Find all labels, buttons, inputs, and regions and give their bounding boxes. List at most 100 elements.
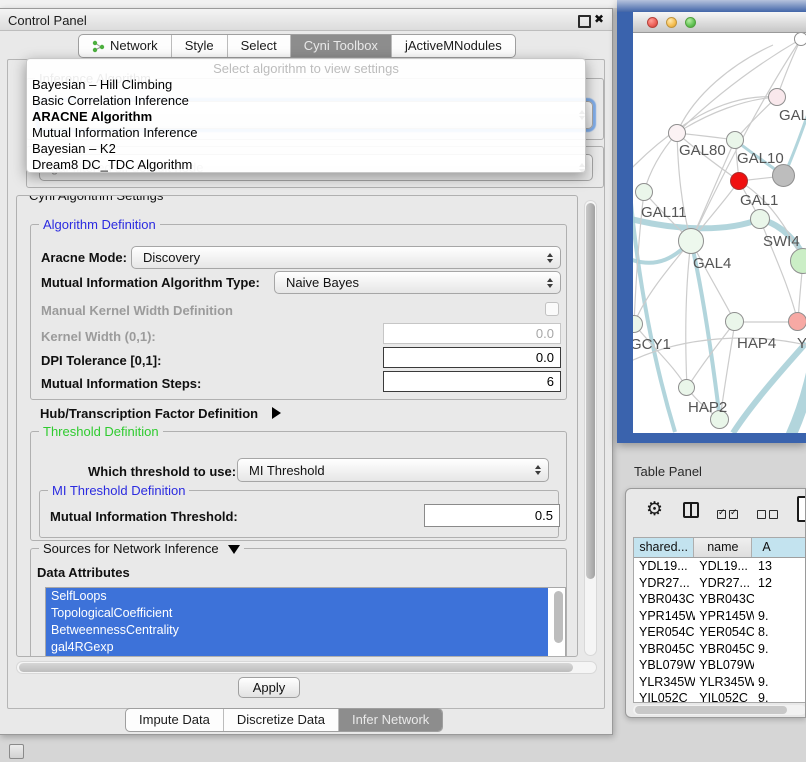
list-item[interactable]: SelfLoops [46, 588, 548, 605]
node-gal80[interactable] [668, 124, 686, 142]
cyni-algorithm-settings-title: Cyni Algorithm Settings [25, 195, 167, 203]
aracne-mode-combo[interactable]: Discovery [131, 246, 561, 269]
tab-infer-network[interactable]: Infer Network [338, 709, 442, 731]
table-horizontal-scrollbar[interactable] [633, 705, 806, 715]
settings-horizontal-scrollbar-thumb[interactable] [19, 663, 573, 672]
column-header-name[interactable]: name [694, 538, 752, 557]
combo-arrows-icon [547, 278, 553, 288]
table-horizontal-scrollbar-thumb[interactable] [635, 706, 787, 714]
tab-network[interactable]: Network [79, 35, 171, 57]
minimize-traffic-light[interactable] [666, 17, 677, 28]
select-all-icon[interactable] [717, 506, 741, 524]
node-gal11[interactable] [635, 183, 653, 201]
column-header-shared-name[interactable]: shared... [634, 538, 694, 557]
sources-group-title[interactable]: Sources for Network Inference [39, 541, 244, 556]
which-threshold-combo[interactable]: MI Threshold [237, 458, 549, 482]
node-gal4[interactable] [678, 228, 704, 254]
node-label: Y [797, 335, 806, 352]
collapse-arrow-icon[interactable] [228, 545, 240, 554]
table-row[interactable]: YPR145W YPR145W 9. [634, 608, 806, 625]
table-row[interactable]: YLR345W YLR345W 9. [634, 674, 806, 691]
table-row[interactable]: YIL052C YIL052C 9. [634, 690, 806, 703]
dpi-tolerance-field[interactable]: 0.0 [383, 347, 561, 368]
list-item-clipped[interactable] [46, 656, 548, 657]
dropdown-item[interactable]: Basic Correlation Inference [27, 93, 585, 109]
network-view-window: GAL GAL80 GAL10 GAL1 GAL11 SWI4 GAL4 GCY… [617, 0, 806, 443]
kernel-width-field[interactable]: 0.0 [383, 323, 561, 344]
node-label: GAL [779, 107, 806, 124]
data-attributes-list[interactable]: SelfLoops TopologicalCoefficient Between… [45, 587, 566, 657]
cell: 9. [754, 641, 806, 658]
expand-arrow-icon[interactable] [272, 407, 281, 419]
node-gal-partial[interactable] [768, 88, 786, 106]
network-window-frame-top [617, 0, 806, 12]
table-row[interactable]: YDR27... YDR27... 12 [634, 575, 806, 592]
node-gal1-selected[interactable] [730, 172, 748, 190]
gear-icon[interactable]: ⚙ [646, 498, 663, 521]
node-hap2[interactable] [678, 379, 695, 396]
cell: YBR045C [695, 641, 754, 658]
table-header-row: shared... name A [634, 538, 806, 558]
mi-threshold-field[interactable]: 0.5 [424, 504, 560, 527]
unchecked-box-icon [769, 510, 778, 519]
node-hap4[interactable] [725, 312, 744, 331]
table-body: YDL19... YDL19... 13 YDR27... YDR27... 1… [634, 558, 806, 703]
mi-algorithm-type-combo[interactable]: Naive Bayes [274, 271, 561, 294]
dropdown-item-selected[interactable]: ARACNE Algorithm [27, 109, 585, 125]
network-tab-icon [92, 40, 105, 53]
tab-style[interactable]: Style [171, 35, 227, 57]
node-unlabeled-top[interactable] [794, 33, 806, 46]
tab-select[interactable]: Select [227, 35, 290, 57]
table-row[interactable]: YBR045C YBR045C 9. [634, 641, 806, 658]
apply-button[interactable]: Apply [238, 677, 300, 698]
table-panel-title: Table Panel [634, 464, 702, 479]
settings-vertical-scrollbar[interactable] [584, 200, 597, 656]
dropdown-item[interactable]: Bayesian – K2 [27, 141, 585, 157]
tab-impute-data[interactable]: Impute Data [126, 709, 223, 731]
table-row[interactable]: YBL079W YBL079W [634, 657, 806, 674]
cell: YIL052C [634, 690, 695, 703]
deselect-all-icon[interactable] [757, 506, 781, 524]
node-salmon[interactable] [788, 312, 806, 331]
tab-label: jActiveMNodules [405, 35, 502, 57]
table-row[interactable]: YER054C YER054C 8. [634, 624, 806, 641]
dropdown-item[interactable]: Mutual Information Inference [27, 125, 585, 141]
document-icon[interactable] [797, 496, 806, 522]
float-window-icon[interactable] [578, 15, 591, 28]
node-attribute-table[interactable]: shared... name A YDL19... YDL19... 13 YD… [633, 537, 806, 703]
network-window-titlebar[interactable] [633, 12, 806, 33]
zoom-traffic-light[interactable] [685, 17, 696, 28]
close-icon[interactable]: ✖ [594, 12, 604, 26]
node-label: GAL11 [641, 204, 687, 221]
list-item[interactable]: TopologicalCoefficient [46, 605, 548, 622]
minimized-panel-icon[interactable] [9, 744, 24, 759]
dropdown-item[interactable]: Dream8 DC_TDC Algorithm [27, 157, 585, 173]
tab-label: Cyni Toolbox [304, 35, 378, 57]
split-columns-icon[interactable] [683, 502, 699, 518]
node-swi4[interactable] [750, 209, 770, 229]
tab-label: Style [185, 35, 214, 57]
dropdown-item[interactable]: Bayesian – Hill Climbing [27, 77, 585, 93]
node-gray[interactable] [772, 164, 795, 187]
node-gal10[interactable] [726, 131, 744, 149]
close-traffic-light[interactable] [647, 17, 658, 28]
settings-vertical-scrollbar-thumb[interactable] [586, 203, 595, 579]
settings-horizontal-scrollbar[interactable] [16, 661, 597, 674]
list-item[interactable]: gal4RGexp [46, 639, 548, 656]
mi-steps-field[interactable]: 6 [383, 371, 561, 392]
cell: 8. [754, 624, 806, 641]
tab-discretize-data[interactable]: Discretize Data [223, 709, 338, 731]
tab-cyni-toolbox[interactable]: Cyni Toolbox [290, 35, 391, 57]
cyni-bottom-tabbar: Impute Data Discretize Data Infer Networ… [125, 708, 443, 732]
manual-kernel-width-checkbox[interactable] [545, 302, 559, 316]
tab-jactivemnodules[interactable]: jActiveMNodules [391, 35, 515, 57]
network-canvas[interactable]: GAL GAL80 GAL10 GAL1 GAL11 SWI4 GAL4 GCY… [633, 33, 806, 433]
algorithm-dropdown-popup: Select algorithm to view settings Bayesi… [26, 58, 586, 173]
control-panel-titlebar[interactable]: Control Panel ✖ [0, 9, 612, 31]
hub-section-toggle[interactable]: Hub/Transcription Factor Definition [40, 406, 281, 421]
list-scrollbar-thumb[interactable] [554, 591, 563, 643]
table-row[interactable]: YDL19... YDL19... 13 [634, 558, 806, 575]
list-item[interactable]: BetweennessCentrality [46, 622, 548, 639]
column-header-clipped[interactable]: A [752, 538, 806, 557]
table-row[interactable]: YBR043C YBR043C [634, 591, 806, 608]
